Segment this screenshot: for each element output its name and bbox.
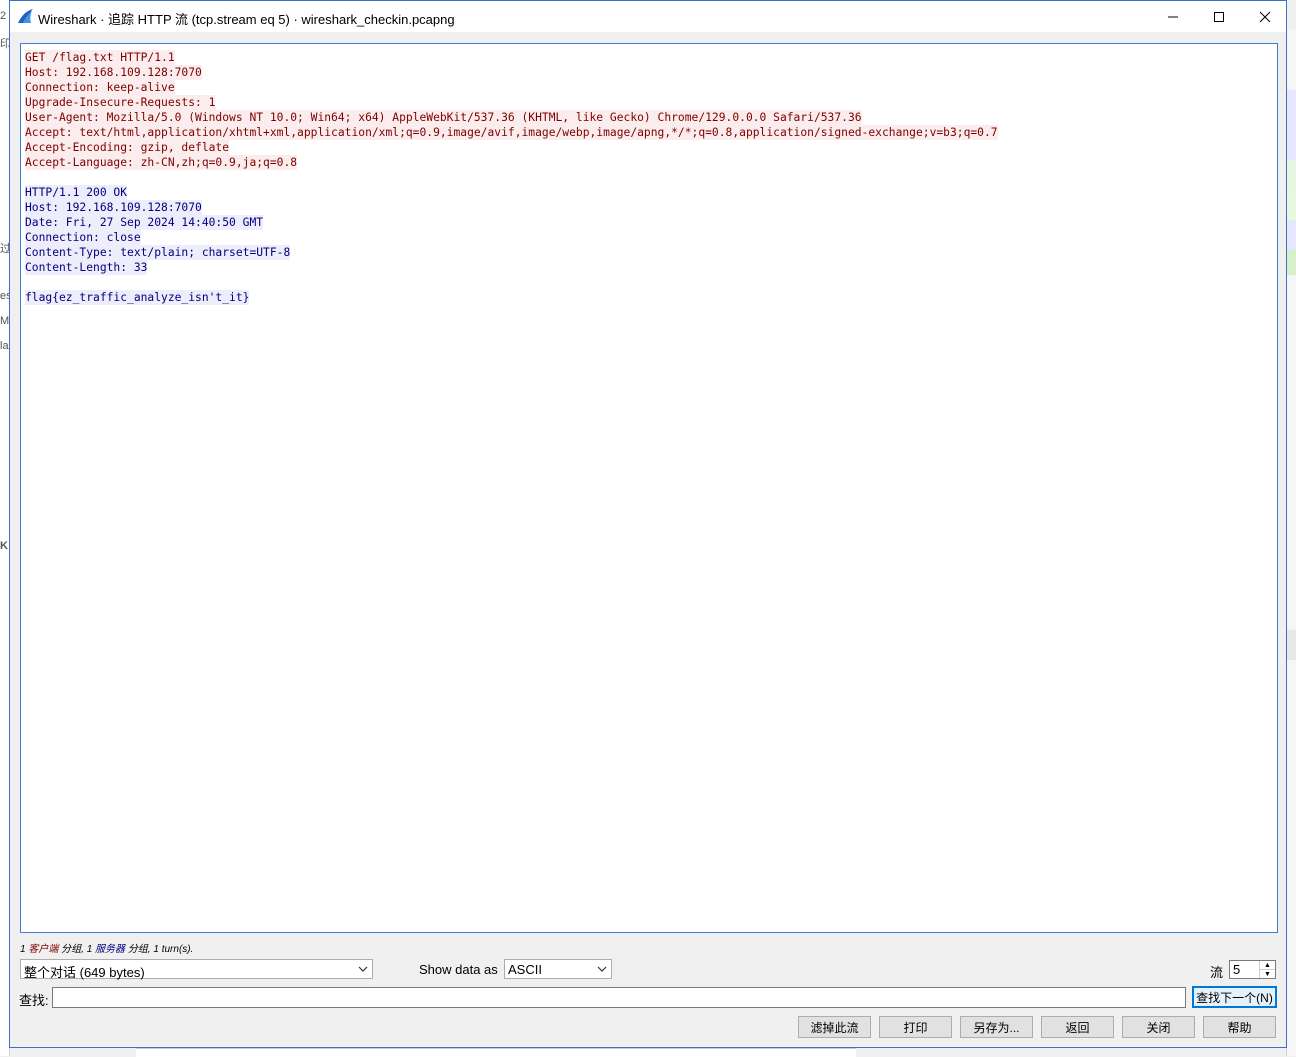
background-window-right [1286, 30, 1296, 1056]
client-line: Connection: keep-alive [25, 80, 175, 95]
spin-down-icon[interactable]: ▼ [1260, 969, 1275, 978]
client-line: Accept-Language: zh-CN,zh;q=0.9,ja;q=0.8 [25, 155, 298, 170]
print-button[interactable]: 打印 [879, 1016, 952, 1038]
spin-up-icon[interactable]: ▲ [1260, 961, 1275, 969]
client-label: 客户端 [28, 944, 59, 955]
minimize-button[interactable] [1150, 1, 1196, 32]
title-bar[interactable]: Wireshark · 追踪 HTTP 流 (tcp.stream eq 5) … [10, 1, 1286, 32]
maximize-button[interactable] [1196, 1, 1242, 32]
server-line: Host: 192.168.109.128:7070 [25, 200, 202, 215]
window-title: Wireshark · 追踪 HTTP 流 (tcp.stream eq 5) … [38, 12, 455, 27]
help-button[interactable]: 帮助 [1203, 1016, 1276, 1038]
client-line: Upgrade-Insecure-Requests: 1 [25, 95, 216, 110]
close-window-button[interactable] [1242, 1, 1288, 32]
wireshark-fin-icon [18, 9, 33, 23]
client-line: User-Agent: Mozilla/5.0 (Windows NT 10.0… [25, 110, 862, 125]
show-data-label: Show data as [419, 962, 498, 977]
maximize-icon [1214, 11, 1224, 22]
server-line: Date: Fri, 27 Sep 2024 14:40:50 GMT [25, 215, 264, 230]
close-button[interactable]: 关闭 [1122, 1016, 1195, 1038]
minimize-icon [1168, 16, 1178, 17]
find-input[interactable] [52, 987, 1186, 1008]
find-label: 查找: [19, 993, 49, 1008]
server-line: Content-Length: 33 [25, 260, 148, 275]
stream-stats: 1 客户端 分组, 1 服务器 分组, 1 turn(s). [20, 944, 194, 955]
client-line: Host: 192.168.109.128:7070 [25, 65, 202, 80]
server-label: 服务器 [95, 944, 126, 955]
find-next-button[interactable]: 查找下一个(N) [1192, 986, 1277, 1008]
back-button[interactable]: 返回 [1041, 1016, 1114, 1038]
client-line: Accept: text/html,application/xhtml+xml,… [25, 125, 998, 140]
stream-label: 流 [1210, 965, 1224, 980]
chevron-down-icon [358, 966, 368, 972]
close-icon [1259, 11, 1271, 22]
server-line: Content-Type: text/plain; charset=UTF-8 [25, 245, 291, 260]
chevron-down-icon [597, 966, 607, 972]
follow-http-stream-window: Wireshark · 追踪 HTTP 流 (tcp.stream eq 5) … [9, 0, 1287, 1048]
conversation-select[interactable]: 整个对话 (649 bytes) [20, 959, 373, 980]
filter-out-stream-button[interactable]: 滤掉此流 [798, 1016, 871, 1038]
show-data-select[interactable]: ASCII [504, 959, 612, 979]
stream-number-spinbox[interactable]: 5 ▲ ▼ [1229, 960, 1276, 979]
stream-content-view[interactable]: GET /flag.txt HTTP/1.1 Host: 192.168.109… [20, 43, 1278, 933]
server-line: HTTP/1.1 200 OK [25, 185, 128, 200]
client-line: Accept-Encoding: gzip, deflate [25, 140, 230, 155]
client-line: GET /flag.txt HTTP/1.1 [25, 50, 175, 65]
save-as-button[interactable]: 另存为... [960, 1016, 1033, 1038]
server-line: Connection: close [25, 230, 141, 245]
server-body-line: flag{ez_traffic_analyze_isn't_it} [25, 290, 250, 305]
